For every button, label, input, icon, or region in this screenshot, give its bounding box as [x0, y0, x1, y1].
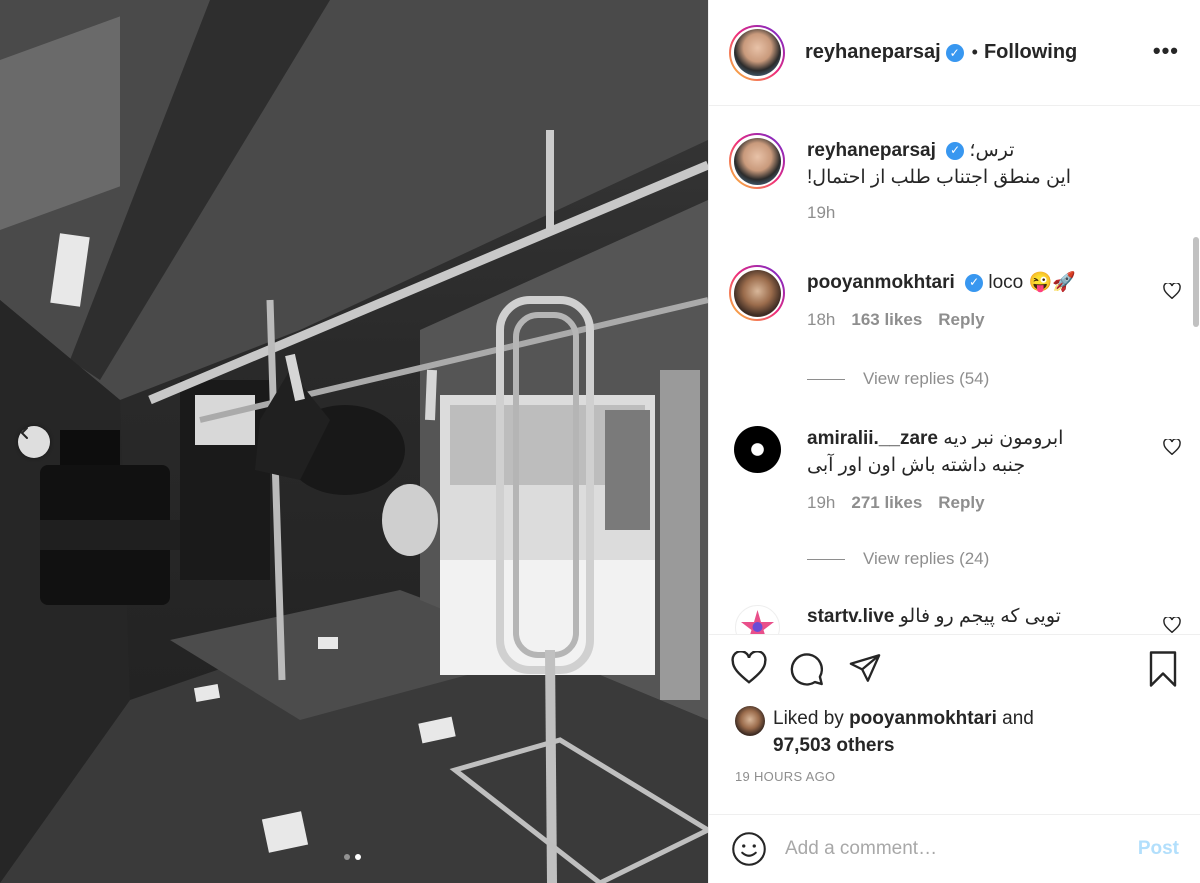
- comment-text-line-2: جنبه داشته باش اون اور آبی: [807, 455, 1026, 476]
- reply-button[interactable]: Reply: [938, 310, 984, 330]
- likes-others-count[interactable]: 97,503 others: [773, 735, 894, 756]
- comment-time: 19h: [807, 493, 836, 512]
- post-photo[interactable]: [0, 0, 708, 883]
- heart-icon[interactable]: [731, 650, 767, 692]
- comment-avatar[interactable]: [729, 599, 785, 634]
- comment-text: تویی که پیجم رو فالو: [899, 606, 1061, 627]
- following-button[interactable]: Following: [984, 41, 1077, 64]
- comment-avatar[interactable]: [729, 265, 785, 321]
- view-replies-label: View replies (54): [863, 369, 990, 388]
- likes-summary: Liked by pooyanmokhtari and 97,503 other…: [735, 705, 1034, 759]
- comment-likes[interactable]: 271 likes: [851, 493, 922, 513]
- comment-item: startv.live تویی که پیجم رو فالو: [729, 599, 1181, 634]
- caption-line-1: ترس؛: [969, 140, 1015, 161]
- comment-item: pooyanmokhtari ✓ loco 😜🚀 18h 163 likes R…: [729, 265, 1181, 395]
- carousel-dot: [344, 854, 350, 860]
- comment-item: amiralii.__zare ابرومون نبر دیه جنبه داش…: [729, 421, 1181, 571]
- separator-dot: •: [971, 42, 978, 62]
- comment-text: loco 😜🚀: [988, 272, 1076, 293]
- emoji-icon[interactable]: [731, 831, 767, 867]
- caption: reyhaneparsaj ✓ ترس؛ !این منطق اجتناب طل…: [729, 133, 1181, 243]
- subway-car-photo: [0, 0, 708, 883]
- liked-by-prefix: Liked by: [773, 708, 844, 729]
- comment-avatar[interactable]: [729, 421, 785, 477]
- caption-line-2: !این منطق اجتناب طلب از احتمال: [807, 167, 1072, 188]
- caption-avatar[interactable]: [729, 133, 785, 189]
- post-comment-button[interactable]: Post: [1138, 838, 1179, 860]
- send-icon[interactable]: [847, 651, 883, 692]
- caption-time: 19h: [807, 203, 836, 222]
- liker-username[interactable]: pooyanmokhtari: [849, 708, 997, 729]
- chevron-left-icon: [20, 427, 28, 439]
- view-replies-label: View replies (24): [863, 549, 990, 568]
- post-actions: Liked by pooyanmokhtari and 97,503 other…: [709, 634, 1200, 814]
- liked-by-and: and: [1002, 708, 1034, 729]
- author-avatar[interactable]: [729, 24, 785, 81]
- comment-likes[interactable]: 163 likes: [851, 310, 922, 330]
- comment-username[interactable]: amiralii.__zare: [807, 428, 938, 449]
- comment-username[interactable]: startv.live: [807, 606, 894, 627]
- comments-scrollbar[interactable]: [1193, 237, 1199, 327]
- comment-text: ابرومون نبر دیه: [943, 428, 1064, 449]
- reply-button[interactable]: Reply: [938, 493, 984, 513]
- verified-badge-icon: ✓: [945, 43, 964, 62]
- comment-like-heart-icon[interactable]: [1163, 616, 1181, 634]
- post-side-panel: reyhaneparsaj ✓ • Following ••• reyhanep…: [708, 0, 1200, 883]
- post-timestamp[interactable]: 19 HOURS AGO: [735, 769, 835, 784]
- comments-list[interactable]: reyhaneparsaj ✓ ترس؛ !این منطق اجتناب طل…: [709, 107, 1200, 634]
- view-replies-button[interactable]: View replies (54): [807, 369, 989, 389]
- carousel-prev-button[interactable]: [18, 426, 50, 458]
- carousel-indicator: [344, 854, 361, 860]
- author-username[interactable]: reyhaneparsaj: [805, 41, 941, 64]
- add-comment-bar: Post: [709, 814, 1200, 883]
- more-options-icon[interactable]: •••: [1153, 38, 1179, 64]
- comment-input[interactable]: [785, 838, 1138, 860]
- carousel-dot-active: [355, 854, 361, 860]
- verified-badge-icon: ✓: [965, 273, 984, 292]
- comment-like-heart-icon[interactable]: [1163, 282, 1181, 304]
- caption-username[interactable]: reyhaneparsaj: [807, 140, 936, 161]
- bookmark-icon[interactable]: [1147, 651, 1179, 692]
- comment-time: 18h: [807, 310, 836, 329]
- startv-logo-icon: [734, 604, 780, 634]
- comment-icon[interactable]: [789, 651, 825, 692]
- comment-like-heart-icon[interactable]: [1163, 438, 1181, 460]
- post-header: reyhaneparsaj ✓ • Following •••: [709, 0, 1200, 106]
- view-replies-button[interactable]: View replies (24): [807, 549, 989, 569]
- liker-avatar[interactable]: [735, 706, 765, 736]
- comment-username[interactable]: pooyanmokhtari: [807, 272, 955, 293]
- verified-badge-icon: ✓: [946, 141, 965, 160]
